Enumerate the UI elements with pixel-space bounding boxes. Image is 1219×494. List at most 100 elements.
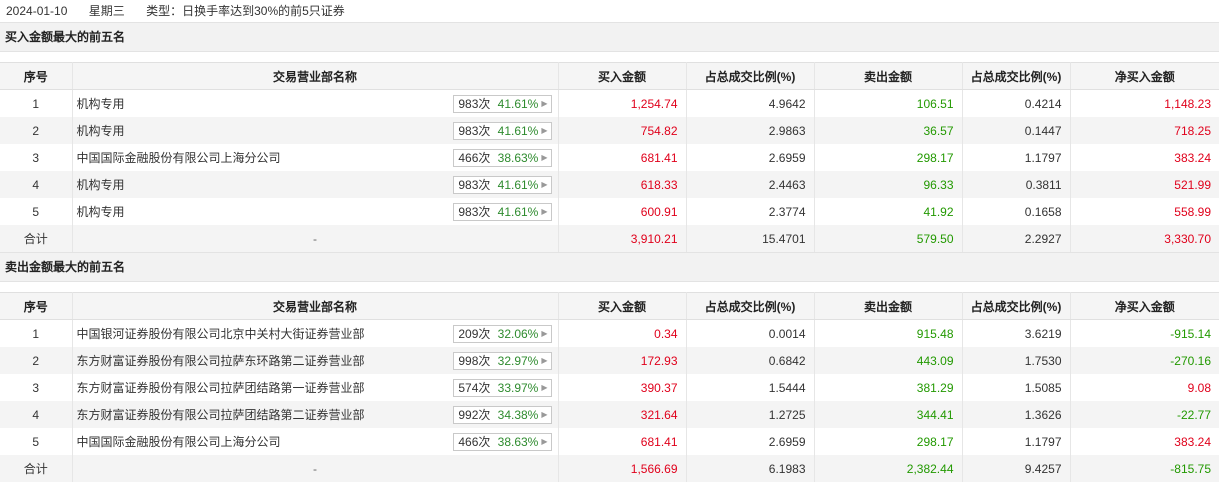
col-sell-amount: 卖出金额	[814, 62, 963, 90]
sell-amount: 106.51	[814, 89, 963, 117]
broker-name-wrap: 机构专用 983次 41.61% ▶	[77, 175, 558, 194]
caret-right-icon: ▶	[541, 206, 548, 216]
broker-cell: 机构专用 983次 41.61% ▶	[72, 171, 559, 198]
total-buy-amount: 3,910.21	[558, 225, 687, 252]
broker-stats-badge[interactable]: 466次 38.63% ▶	[453, 148, 552, 167]
broker-name-link[interactable]: 东方财富证券股份有限公司拉萨团结路第二证券营业部	[77, 406, 365, 423]
buy-ratio: 0.0014	[686, 319, 815, 347]
row-no: 3	[0, 374, 73, 401]
broker-name-wrap: 机构专用 983次 41.61% ▶	[77, 94, 558, 113]
col-no: 序号	[0, 62, 73, 90]
win-rate: 34.38%	[497, 407, 539, 422]
top-info-bar: 2024-01-10 星期三 类型：日换手率达到30%的前5只证券	[0, 0, 1219, 22]
table-row: 5 中国国际金融股份有限公司上海分公司 466次 38.63% ▶ 681.41 2.695…	[0, 428, 1219, 455]
sell-amount: 344.41	[814, 401, 963, 428]
type-label: 类型：日换手率达到30%的前5只证券	[146, 4, 345, 18]
total-sell-amount: 2,382.44	[814, 455, 963, 482]
net-buy-amount: -915.14	[1170, 326, 1211, 341]
total-row: 合计 -3,910.21 15.4701 579.50 2.2927 3,330.70	[0, 225, 1219, 252]
broker-stats-badge[interactable]: 209次 32.06% ▶	[453, 324, 552, 343]
col-sell-amount: 卖出金额	[814, 292, 963, 320]
sell-ratio: 0.3811	[962, 171, 1071, 198]
broker-name-wrap: 东方财富证券股份有限公司拉萨团结路第二证券营业部 992次 34.38% ▶	[77, 405, 558, 424]
sell-amount: 381.29	[814, 374, 963, 401]
broker-stats-badge[interactable]: 998次 32.97% ▶	[453, 351, 552, 370]
net-buy-amount: 9.08	[1187, 380, 1211, 395]
broker-stats-badge[interactable]: 983次 41.61% ▶	[453, 202, 552, 221]
trade-count: 209次	[458, 326, 491, 341]
caret-right-icon: ▶	[541, 125, 548, 135]
net-buy-amount: 521.99	[1070, 171, 1219, 198]
broker-cell: 中国银河证券股份有限公司北京中关村大街证券营业部 209次 32.06% ▶	[72, 319, 559, 347]
buy-section-title: 买入金额最大的前五名	[0, 22, 1219, 52]
caret-right-icon: ▶	[541, 328, 548, 338]
table-row: 1 中国银河证券股份有限公司北京中关村大街证券营业部 209次 32.06% ▶ 0.34…	[0, 319, 1219, 347]
total-sell-amount: 579.50	[814, 225, 963, 252]
buy-amount: 754.82	[558, 117, 687, 144]
buy-amount: 618.33	[558, 171, 687, 198]
broker-cell: 中国国际金融股份有限公司上海分公司 466次 38.63% ▶	[72, 144, 559, 171]
trade-count: 466次	[458, 150, 491, 165]
broker-name-link[interactable]: 中国国际金融股份有限公司上海分公司	[77, 433, 281, 450]
broker-name-wrap: 中国银河证券股份有限公司北京中关村大街证券营业部 209次 32.06% ▶	[77, 324, 558, 343]
col-buy-amount: 买入金额	[558, 62, 687, 90]
broker-name-link[interactable]: 中国银河证券股份有限公司北京中关村大街证券营业部	[77, 325, 365, 342]
caret-right-icon: ▶	[541, 382, 548, 392]
broker-name-link[interactable]: 东方财富证券股份有限公司拉萨团结路第一证券营业部	[77, 379, 365, 396]
win-rate: 41.61%	[497, 177, 539, 192]
sell-amount: 298.17	[814, 428, 963, 455]
buy-ratio: 2.4463	[686, 171, 815, 198]
broker-cell: 中国国际金融股份有限公司上海分公司 466次 38.63% ▶	[72, 428, 559, 455]
caret-right-icon: ▶	[541, 355, 548, 365]
broker-stats-badge[interactable]: 983次 41.61% ▶	[453, 94, 552, 113]
col-broker-name: 交易营业部名称	[72, 292, 559, 320]
broker-name-wrap: 东方财富证券股份有限公司拉萨团结路第一证券营业部 574次 33.97% ▶	[77, 378, 558, 397]
broker-name-link[interactable]: 中国国际金融股份有限公司上海分公司	[77, 149, 281, 166]
col-buy-ratio: 占总成交比例(%)	[686, 62, 815, 90]
col-buy-ratio: 占总成交比例(%)	[686, 292, 815, 320]
caret-right-icon: ▶	[541, 436, 548, 446]
sell-section-title: 卖出金额最大的前五名	[0, 252, 1219, 282]
buy-ratio: 0.6842	[686, 347, 815, 374]
col-net-buy: 净买入金额	[1070, 292, 1219, 320]
sell-top5-table: 序号 交易营业部名称 买入金额 占总成交比例(%) 卖出金额 占总成交比例(%)…	[0, 292, 1219, 482]
buy-amount: 681.41	[558, 144, 687, 171]
sell-ratio: 1.1797	[962, 428, 1071, 455]
row-no: 1	[0, 319, 73, 347]
broker-stats-badge[interactable]: 574次 33.97% ▶	[453, 378, 552, 397]
broker-name-link[interactable]: 机构专用	[77, 176, 125, 193]
table-row: 2 机构专用 983次 41.61% ▶ 754.82 2.9863 36.57 0.1447 7…	[0, 117, 1219, 144]
net-buy-amount: -270.16	[1070, 347, 1219, 374]
broker-name-link[interactable]: 机构专用	[77, 203, 125, 220]
broker-name-wrap: 机构专用 983次 41.61% ▶	[77, 202, 558, 221]
buy-ratio: 2.3774	[686, 198, 815, 225]
sell-amount: 443.09	[814, 347, 963, 374]
col-broker-name: 交易营业部名称	[72, 62, 559, 90]
broker-stats-badge[interactable]: 466次 38.63% ▶	[453, 432, 552, 451]
row-no: 2	[0, 347, 73, 374]
total-name-placeholder: -	[72, 225, 559, 252]
row-no: 5	[0, 428, 73, 455]
broker-name-link[interactable]: 机构专用	[77, 95, 125, 112]
broker-cell: 机构专用 983次 41.61% ▶	[72, 117, 559, 144]
total-sell-ratio: 9.4257	[962, 455, 1071, 482]
broker-cell: 机构专用 983次 41.61% ▶	[72, 89, 559, 117]
buy-ratio: 2.6959	[686, 144, 815, 171]
net-buy-amount: 1,148.23	[1164, 96, 1211, 111]
trade-count: 983次	[458, 96, 491, 111]
broker-stats-badge[interactable]: 983次 41.61% ▶	[453, 121, 552, 140]
broker-stats-badge[interactable]: 992次 34.38% ▶	[453, 405, 552, 424]
trade-count: 983次	[458, 123, 491, 138]
broker-name-link[interactable]: 机构专用	[77, 122, 125, 139]
sell-amount: 41.92	[814, 198, 963, 225]
total-net-buy: -815.75	[1070, 455, 1219, 482]
broker-stats-badge[interactable]: 983次 41.61% ▶	[453, 175, 552, 194]
caret-right-icon: ▶	[541, 409, 548, 419]
trade-count: 574次	[458, 380, 491, 395]
win-rate: 38.63%	[497, 150, 539, 165]
table-row: 1 机构专用 983次 41.61% ▶ 1,254.74 4.9642 106.51 0.42…	[0, 89, 1219, 117]
net-buy-amount: -22.77	[1070, 401, 1219, 428]
sell-amount: 915.48	[814, 319, 963, 347]
broker-name-link[interactable]: 东方财富证券股份有限公司拉萨东环路第二证券营业部	[77, 352, 365, 369]
broker-cell: 机构专用 983次 41.61% ▶	[72, 198, 559, 225]
